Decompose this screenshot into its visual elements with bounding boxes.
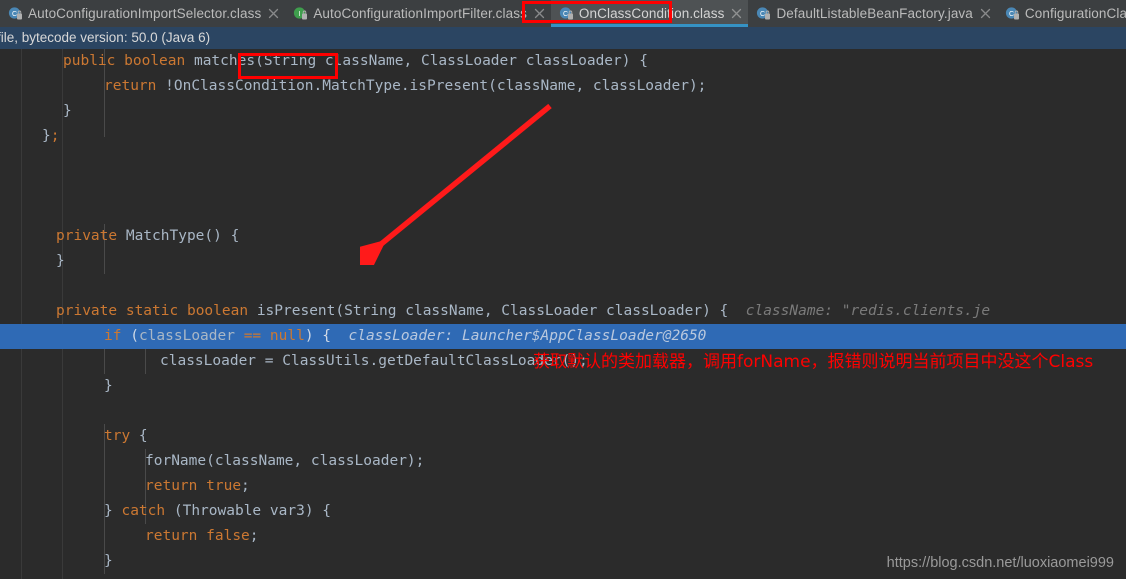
code-line: try { xyxy=(0,424,1126,449)
code-line-text: private MatchType() { xyxy=(56,228,240,244)
code-line-highlighted: if (classLoader == null) { classLoader: … xyxy=(0,324,1126,349)
close-icon[interactable] xyxy=(731,8,742,19)
inline-hint-classloader: classLoader: Launcher$AppClassLoader@265… xyxy=(348,328,707,344)
svg-text:C: C xyxy=(12,11,17,18)
editor-tab-bar: C AutoConfigurationImportSelector.class … xyxy=(0,0,1126,27)
code-line-text: forName(className, classLoader); xyxy=(145,453,425,469)
editor-tab-label: ConfigurationClassParser.class xyxy=(1024,6,1126,21)
editor-tab-label: AutoConfigurationImportFilter.class xyxy=(313,6,527,21)
close-icon[interactable] xyxy=(534,8,545,19)
editor-tab-label: OnClassCondition.class xyxy=(578,6,725,21)
interface-file-icon: I xyxy=(293,6,308,21)
svg-text:C: C xyxy=(1009,11,1014,18)
code-line-text: } xyxy=(104,553,113,569)
editor-tab-configurationclassparser[interactable]: C ConfigurationClassParser.class xyxy=(997,0,1126,27)
code-line-text: }; xyxy=(42,128,60,144)
code-line: return !OnClassCondition.MatchType.isPre… xyxy=(0,74,1126,99)
code-line-text: } xyxy=(56,574,65,579)
code-line-text: public boolean matches(String className,… xyxy=(63,53,648,69)
code-line-text: } xyxy=(56,253,65,269)
code-line: } xyxy=(0,574,1126,579)
watermark-text: https://blog.csdn.net/luoxiaomei999 xyxy=(886,555,1114,571)
code-line: public boolean matches(String className,… xyxy=(0,49,1126,74)
svg-text:C: C xyxy=(760,11,765,18)
editor-tab-label: AutoConfigurationImportSelector.class xyxy=(28,6,262,21)
code-line: }; xyxy=(0,124,1126,149)
code-editor-area[interactable]: public boolean matches(String className,… xyxy=(0,49,1126,579)
code-line-text: if (classLoader == null) { classLoader: … xyxy=(104,328,707,344)
editor-tab-autoconfigurationimportfilter[interactable]: I AutoConfigurationImportFilter.class xyxy=(285,0,551,27)
code-line: private static boolean isPresent(String … xyxy=(0,299,1126,324)
editor-tab-label: DefaultListableBeanFactory.java xyxy=(776,6,973,21)
code-line: forName(className, classLoader); xyxy=(0,449,1126,474)
code-line-text: } catch (Throwable var3) { xyxy=(104,503,332,519)
code-line: private MatchType() { xyxy=(0,224,1126,249)
inline-hint-classname: className: "redis.clients.je xyxy=(745,303,991,319)
code-line-text: } xyxy=(104,378,113,394)
svg-text:C: C xyxy=(563,11,568,18)
code-line-text: return !OnClassCondition.MatchType.isPre… xyxy=(104,78,707,94)
class-file-icon: C xyxy=(1005,6,1020,21)
code-line-text: return true; xyxy=(145,478,250,494)
code-line-text: return false; xyxy=(145,528,259,544)
bytecode-info-text: file, bytecode version: 50.0 (Java 6) xyxy=(0,30,211,45)
code-line-text: } xyxy=(63,103,72,119)
svg-text:I: I xyxy=(299,11,301,18)
class-file-icon: C xyxy=(8,6,23,21)
class-file-icon: C xyxy=(756,6,771,21)
code-line: return false; xyxy=(0,524,1126,549)
code-content: public boolean matches(String className,… xyxy=(0,49,1126,579)
code-line-text: try { xyxy=(104,428,148,444)
idea-editor-window: C AutoConfigurationImportSelector.class … xyxy=(0,0,1126,579)
bytecode-info-bar: file, bytecode version: 50.0 (Java 6) xyxy=(0,27,1126,49)
code-line: return true; xyxy=(0,474,1126,499)
code-line-text: classLoader = ClassUtils.getDefaultClass… xyxy=(160,353,588,369)
code-line: } xyxy=(0,99,1126,124)
annotation-note-text: 获取默认的类加载器，调用forName，报错则说明当前项目中没这个Class xyxy=(533,352,1094,372)
code-line: } xyxy=(0,374,1126,399)
code-line-text: private static boolean isPresent(String … xyxy=(56,303,991,319)
code-line: } xyxy=(0,249,1126,274)
close-icon[interactable] xyxy=(980,8,991,19)
class-file-icon: C xyxy=(559,6,574,21)
code-line: } catch (Throwable var3) { xyxy=(0,499,1126,524)
editor-tab-defaultlistablebeanfactory[interactable]: C DefaultListableBeanFactory.java xyxy=(748,0,996,27)
close-icon[interactable] xyxy=(268,8,279,19)
editor-tab-autoconfigurationimportselector[interactable]: C AutoConfigurationImportSelector.class xyxy=(0,0,285,27)
editor-tab-onclasscondition[interactable]: C OnClassCondition.class xyxy=(550,0,749,27)
